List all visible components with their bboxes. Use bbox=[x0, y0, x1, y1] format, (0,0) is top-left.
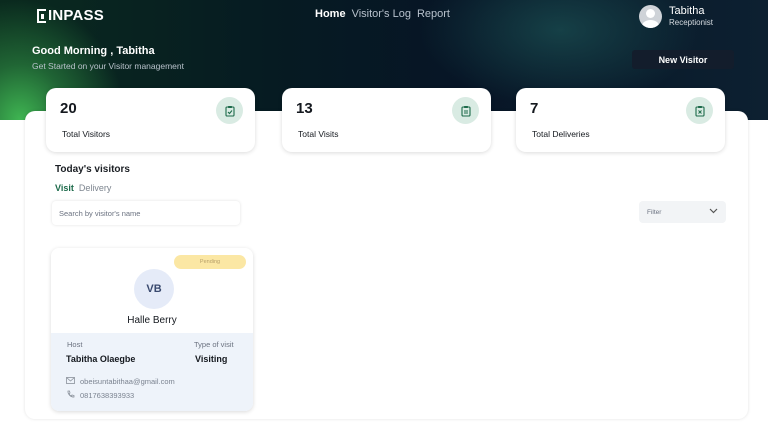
visitor-email: obeisuntabithaa@gmail.com bbox=[66, 377, 175, 386]
stat-card-total-visitors: 20 Total Visitors bbox=[46, 88, 255, 152]
nav-home[interactable]: Home bbox=[315, 8, 346, 20]
visitor-tabs: Visit Delivery bbox=[55, 183, 111, 193]
greeting-heading: Good Morning , Tabitha bbox=[32, 45, 155, 57]
tab-delivery[interactable]: Delivery bbox=[79, 183, 112, 193]
nav-visitors-log[interactable]: Visitor's Log bbox=[352, 8, 411, 20]
user-role: Receptionist bbox=[669, 18, 714, 27]
visit-type-label: Type of visit bbox=[194, 340, 234, 349]
new-visitor-button[interactable]: New Visitor bbox=[632, 50, 734, 69]
mail-icon bbox=[66, 377, 75, 386]
brand-logo[interactable]: INPASS bbox=[37, 7, 104, 24]
nav-report[interactable]: Report bbox=[417, 8, 450, 20]
chevron-down-icon bbox=[709, 208, 718, 216]
stat-card-total-deliveries: 7 Total Deliveries bbox=[516, 88, 725, 152]
search-input[interactable] bbox=[52, 201, 240, 225]
user-name: Tabitha bbox=[669, 5, 705, 17]
clipboard-x-icon bbox=[686, 97, 713, 124]
stat-value: 7 bbox=[530, 100, 539, 117]
main-nav: Home Visitor's Log Report bbox=[315, 8, 450, 20]
user-menu[interactable]: Tabitha Receptionist bbox=[639, 5, 713, 28]
host-label: Host bbox=[67, 340, 83, 349]
phone-icon bbox=[66, 390, 75, 401]
visit-type-value: Visiting bbox=[195, 354, 228, 364]
filter-dropdown[interactable]: Filter bbox=[639, 201, 726, 223]
visitor-details: Host Type of visit Tabitha Olaegbe Visit… bbox=[51, 333, 253, 411]
email-text: obeisuntabithaa@gmail.com bbox=[80, 377, 175, 386]
visitor-name: Halle Berry bbox=[127, 315, 177, 326]
clipboard-check-icon bbox=[216, 97, 243, 124]
visitor-phone: 0817638393933 bbox=[66, 390, 134, 401]
visitor-avatar: VB bbox=[134, 269, 174, 309]
visitor-card[interactable]: Pending VB Halle Berry Host Type of visi… bbox=[51, 248, 253, 411]
phone-text: 0817638393933 bbox=[80, 391, 135, 400]
host-value: Tabitha Olaegbe bbox=[66, 354, 136, 364]
stat-value: 20 bbox=[60, 100, 77, 117]
brand-name: INPASS bbox=[48, 7, 104, 24]
avatar-icon bbox=[639, 5, 662, 28]
stat-label: Total Visits bbox=[298, 129, 339, 139]
todays-visitors-title: Today's visitors bbox=[55, 164, 130, 175]
logo-mark-icon bbox=[37, 8, 46, 23]
user-info: Tabitha Receptionist bbox=[669, 5, 713, 28]
stat-label: Total Visitors bbox=[62, 129, 111, 139]
filter-label: Filter bbox=[647, 208, 662, 216]
stat-label: Total Deliveries bbox=[532, 129, 590, 139]
stat-card-total-visits: 13 Total Visits bbox=[282, 88, 491, 152]
greeting-subtitle: Get Started on your Visitor management bbox=[32, 61, 184, 71]
clipboard-list-icon bbox=[452, 97, 479, 124]
tab-visit[interactable]: Visit bbox=[55, 183, 74, 193]
stat-value: 13 bbox=[296, 100, 313, 117]
status-badge: Pending bbox=[174, 255, 246, 269]
